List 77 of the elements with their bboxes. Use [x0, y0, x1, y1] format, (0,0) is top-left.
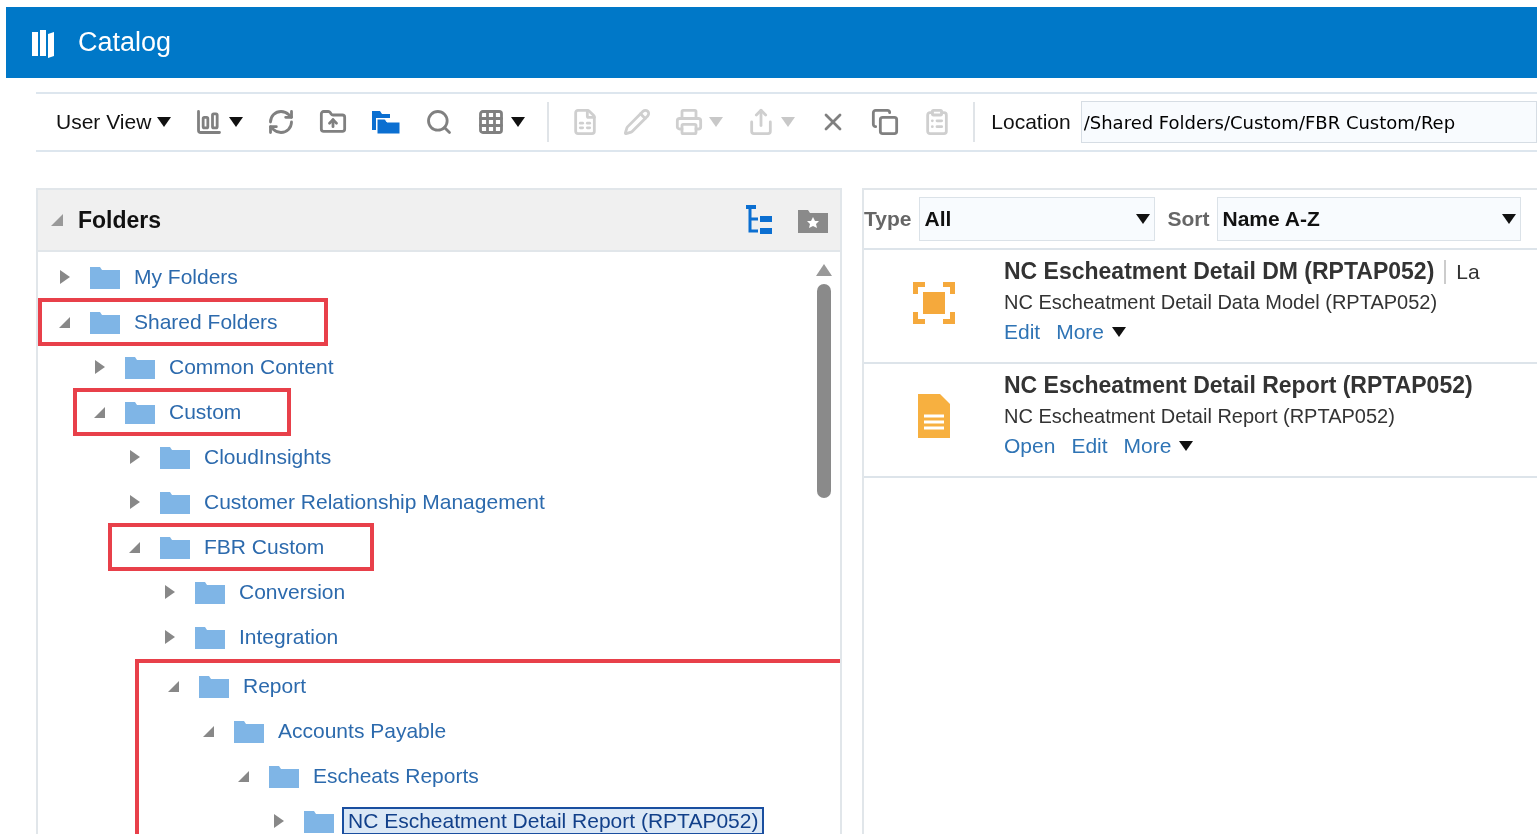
sort-select[interactable]: Name A-Z — [1217, 197, 1522, 241]
collapsed-icon[interactable] — [128, 448, 142, 465]
user-view-dropdown[interactable]: User View — [46, 106, 182, 138]
folder-label[interactable]: Customer Relationship Management — [198, 487, 551, 516]
item-title: NC Escheatment Detail DM (RPTAP052) — [1004, 258, 1435, 285]
collapsed-icon[interactable] — [93, 358, 107, 375]
folder-icon — [125, 399, 155, 424]
folder-label[interactable]: CloudInsights — [198, 442, 338, 471]
window-title: Catalog — [78, 27, 172, 58]
bar-chart-icon — [195, 108, 224, 136]
more-link[interactable]: More — [1123, 434, 1194, 458]
folder-star-icon[interactable] — [798, 207, 828, 233]
type-select[interactable]: All — [919, 197, 1156, 241]
pencil-icon — [623, 108, 652, 136]
more-link[interactable]: More — [1056, 320, 1127, 344]
folder-label[interactable]: Conversion — [233, 577, 352, 606]
caret-icon — [157, 117, 172, 127]
tree-icon[interactable] — [746, 205, 774, 235]
folder-icon — [160, 489, 190, 514]
search-icon — [425, 108, 454, 136]
folder-icon — [90, 264, 120, 289]
folder-label[interactable]: FBR Custom — [198, 532, 331, 561]
folder-icon — [160, 534, 190, 559]
folder-label[interactable]: Custom — [163, 397, 248, 426]
action-link[interactable]: Edit — [1004, 320, 1041, 344]
scroll-up-icon[interactable] — [816, 264, 832, 276]
item-description: NC Escheatment Detail Data Model (RPTAP052) — [1004, 291, 1439, 314]
folder-up-icon — [319, 108, 348, 136]
folders-icon — [371, 109, 402, 135]
caret-icon — [709, 117, 724, 127]
action-link[interactable]: Edit — [1071, 434, 1108, 458]
folder-icon — [234, 718, 264, 743]
printer-icon — [675, 108, 704, 136]
caret-icon — [1136, 214, 1151, 224]
document-icon — [918, 394, 950, 438]
folder-label[interactable]: NC Escheatment Detail Report (RPTAP052) — [342, 806, 765, 834]
folder-icon — [195, 624, 225, 649]
folder-icon — [90, 309, 120, 334]
folder-icon — [304, 808, 334, 833]
folder-label[interactable]: Escheats Reports — [307, 761, 485, 790]
folder-icon — [269, 763, 299, 788]
location-label: Location — [991, 110, 1071, 134]
grid-icon — [477, 108, 506, 136]
collapsed-icon[interactable] — [163, 628, 177, 645]
folder-label[interactable]: Shared Folders — [128, 307, 284, 336]
item-meta: La — [1444, 259, 1480, 284]
expanded-icon[interactable] — [50, 213, 64, 227]
caret-icon — [229, 117, 244, 127]
collapsed-icon[interactable] — [163, 583, 177, 600]
panel-title: Folders — [78, 206, 163, 234]
location-field[interactable]: /Shared Folders/Custom/FBR Custom/Rep — [1080, 101, 1537, 143]
folder-icon — [160, 444, 190, 469]
caret-icon — [1502, 214, 1517, 224]
copy-icon — [871, 108, 900, 136]
data-model-icon — [911, 280, 957, 326]
sort-label: Sort — [1167, 207, 1210, 231]
folder-label[interactable]: Integration — [233, 622, 345, 651]
folder-label[interactable]: Accounts Payable — [272, 716, 453, 745]
type-label: Type — [864, 207, 912, 231]
item-description: NC Escheatment Detail Report (RPTAP052) — [1004, 405, 1396, 428]
folder-icon — [199, 673, 229, 698]
folder-icon — [195, 579, 225, 604]
folder-label[interactable]: Report — [237, 671, 313, 700]
refresh-icon — [267, 108, 296, 136]
caret-icon — [1112, 327, 1127, 337]
collapsed-icon[interactable] — [58, 268, 72, 285]
collapsed-icon[interactable] — [272, 812, 286, 829]
collapsed-icon[interactable] — [128, 493, 142, 510]
folder-icon — [125, 354, 155, 379]
caret-icon — [511, 117, 526, 127]
item-title: NC Escheatment Detail Report (RPTAP052) — [1004, 372, 1473, 399]
caret-icon — [1179, 441, 1194, 451]
folder-label[interactable]: My Folders — [128, 262, 244, 291]
action-link[interactable]: Open — [1004, 434, 1056, 458]
catalog-icon — [30, 27, 56, 58]
folder-label[interactable]: Common Content — [163, 352, 340, 381]
caret-icon — [781, 117, 796, 127]
